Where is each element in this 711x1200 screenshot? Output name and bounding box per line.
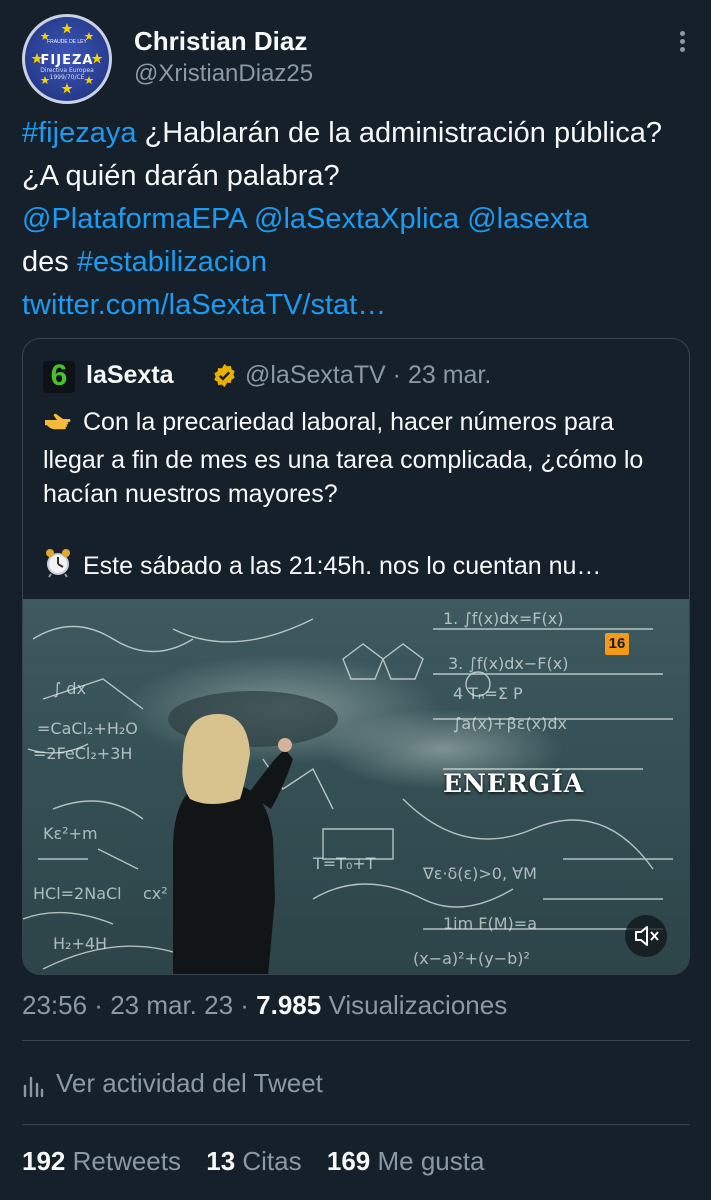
tweet-time[interactable]: 23:56 xyxy=(22,990,87,1020)
svg-text:Kε²+m: Kε²+m xyxy=(43,824,98,843)
svg-text:3. ∫f(x)dx−F(x): 3. ∫f(x)dx−F(x) xyxy=(448,654,568,673)
tweet-timestamp: 23:56 · 23 mar. 23 · 7.985 Visualizacion… xyxy=(22,990,508,1020)
lasexta-logo-icon: 6 xyxy=(43,359,75,393)
svg-text:cx²: cx² xyxy=(143,884,168,903)
avatar-brand: FIJEZA xyxy=(40,53,94,68)
quoted-handle[interactable]: @laSextaTV xyxy=(245,361,386,389)
svg-text:∫a(x)+βε(x)dx: ∫a(x)+βε(x)dx xyxy=(453,714,567,733)
svg-text:=2FeCl₂+3H: =2FeCl₂+3H xyxy=(33,744,132,763)
tweet-link[interactable]: twitter.com/laSextaTV/stat… xyxy=(22,289,386,321)
quoted-text-line2: Este sábado a las 21:45h. nos lo cuentan… xyxy=(83,552,602,580)
svg-text:=CaCl₂+H₂O: =CaCl₂+H₂O xyxy=(37,719,138,738)
svg-text:T=T₀+T: T=T₀+T xyxy=(312,854,376,873)
hashtag-estabilizacion[interactable]: #estabilizacion xyxy=(77,246,267,278)
svg-text:1. ∫f(x)dx=F(x): 1. ∫f(x)dx=F(x) xyxy=(443,609,563,628)
divider xyxy=(22,1040,690,1041)
age-rating-badge: 16 xyxy=(605,633,629,655)
svg-text:4 Tₙ=Σ P: 4 Tₙ=Σ P xyxy=(453,684,523,703)
quoted-text: Con la precariedad laboral, hacer número… xyxy=(43,405,673,511)
chalkboard-scene: ∫ dx =CaCl₂+H₂O =2FeCl₂+3H Kε²+m HCl=2Na… xyxy=(23,609,673,974)
mute-button[interactable] xyxy=(625,915,667,957)
avatar-caption-top: FRAUDE DE LEY xyxy=(47,39,87,45)
quoted-meta: @laSextaTV · 23 mar. xyxy=(245,361,492,389)
author-name[interactable]: Christian Diaz xyxy=(134,26,307,57)
svg-text:∇ε⋅δ(ε)>0, ∀M: ∇ε⋅δ(ε)>0, ∀M xyxy=(422,864,537,883)
tweet-header: FRAUDE DE LEY FIJEZA Directiva Europea 1… xyxy=(22,14,692,104)
svg-text:∫ dx: ∫ dx xyxy=(53,679,86,698)
quoted-text-second: Este sábado a las 21:45h. nos lo cuentan… xyxy=(43,548,673,587)
video-overlay-text: ENERGÍA xyxy=(443,769,585,798)
author-handle[interactable]: @XristianDiaz25 xyxy=(134,60,313,88)
quotes-stat[interactable]: 13 Citas xyxy=(206,1146,301,1176)
divider xyxy=(22,1124,690,1125)
mention-plataformaepa[interactable]: @PlataformaEPA xyxy=(22,203,246,235)
quoted-date[interactable]: 23 mar. xyxy=(408,361,491,389)
hashtag-fijezaya[interactable]: #fijezaya xyxy=(22,117,136,149)
alarm-clock-icon xyxy=(43,548,73,587)
mention-lasextaxplica[interactable]: @laSextaXplica xyxy=(254,203,459,235)
author-avatar[interactable]: FRAUDE DE LEY FIJEZA Directiva Europea 1… xyxy=(22,14,112,104)
more-options-icon[interactable] xyxy=(672,28,692,56)
svg-text:H₂+4H: H₂+4H xyxy=(53,934,107,953)
retweets-stat[interactable]: 192 Retweets xyxy=(22,1146,181,1176)
analytics-icon xyxy=(23,1076,44,1098)
video-player[interactable]: ∫ dx =CaCl₂+H₂O =2FeCl₂+3H Kε²+m HCl=2Na… xyxy=(23,599,689,974)
tweet-stats: 192 Retweets 13 Citas 169 Me gusta xyxy=(22,1146,502,1177)
svg-text:1im F(M)=a: 1im F(M)=a xyxy=(443,914,537,933)
quoted-header: 6 laSexta @laSextaTV · 23 mar. xyxy=(43,359,663,393)
quoted-text-line1: Con la precariedad laboral, hacer número… xyxy=(43,408,644,508)
tweet-text: #fijezaya ¿Hablarán de la administración… xyxy=(22,112,692,327)
pointing-hand-icon xyxy=(43,409,73,443)
view-activity-button[interactable]: Ver actividad del Tweet xyxy=(22,1068,522,1100)
tweet-date[interactable]: 23 mar. 23 xyxy=(110,990,233,1020)
views-label: Visualizaciones xyxy=(321,990,508,1020)
tweet-text-part2: des xyxy=(22,246,77,278)
verified-badge-icon xyxy=(214,364,235,387)
quoted-author-name[interactable]: laSexta xyxy=(86,361,174,390)
speaker-muted-icon xyxy=(635,926,659,946)
svg-text:(x−a)²+(y−b)²: (x−a)²+(y−b)² xyxy=(413,949,530,968)
quoted-tweet[interactable]: 6 laSexta @laSextaTV · 23 mar. Con la pr… xyxy=(22,338,690,975)
views-count: 7.985 xyxy=(256,990,322,1020)
svg-text:HCl=2NaCl: HCl=2NaCl xyxy=(33,884,122,903)
likes-stat[interactable]: 169 Me gusta xyxy=(327,1146,485,1176)
mention-lasexta[interactable]: @lasexta xyxy=(467,203,588,235)
view-activity-label: Ver actividad del Tweet xyxy=(56,1068,323,1098)
avatar-caption-bottom: Directiva Europea 1999/70/CE xyxy=(40,67,94,81)
